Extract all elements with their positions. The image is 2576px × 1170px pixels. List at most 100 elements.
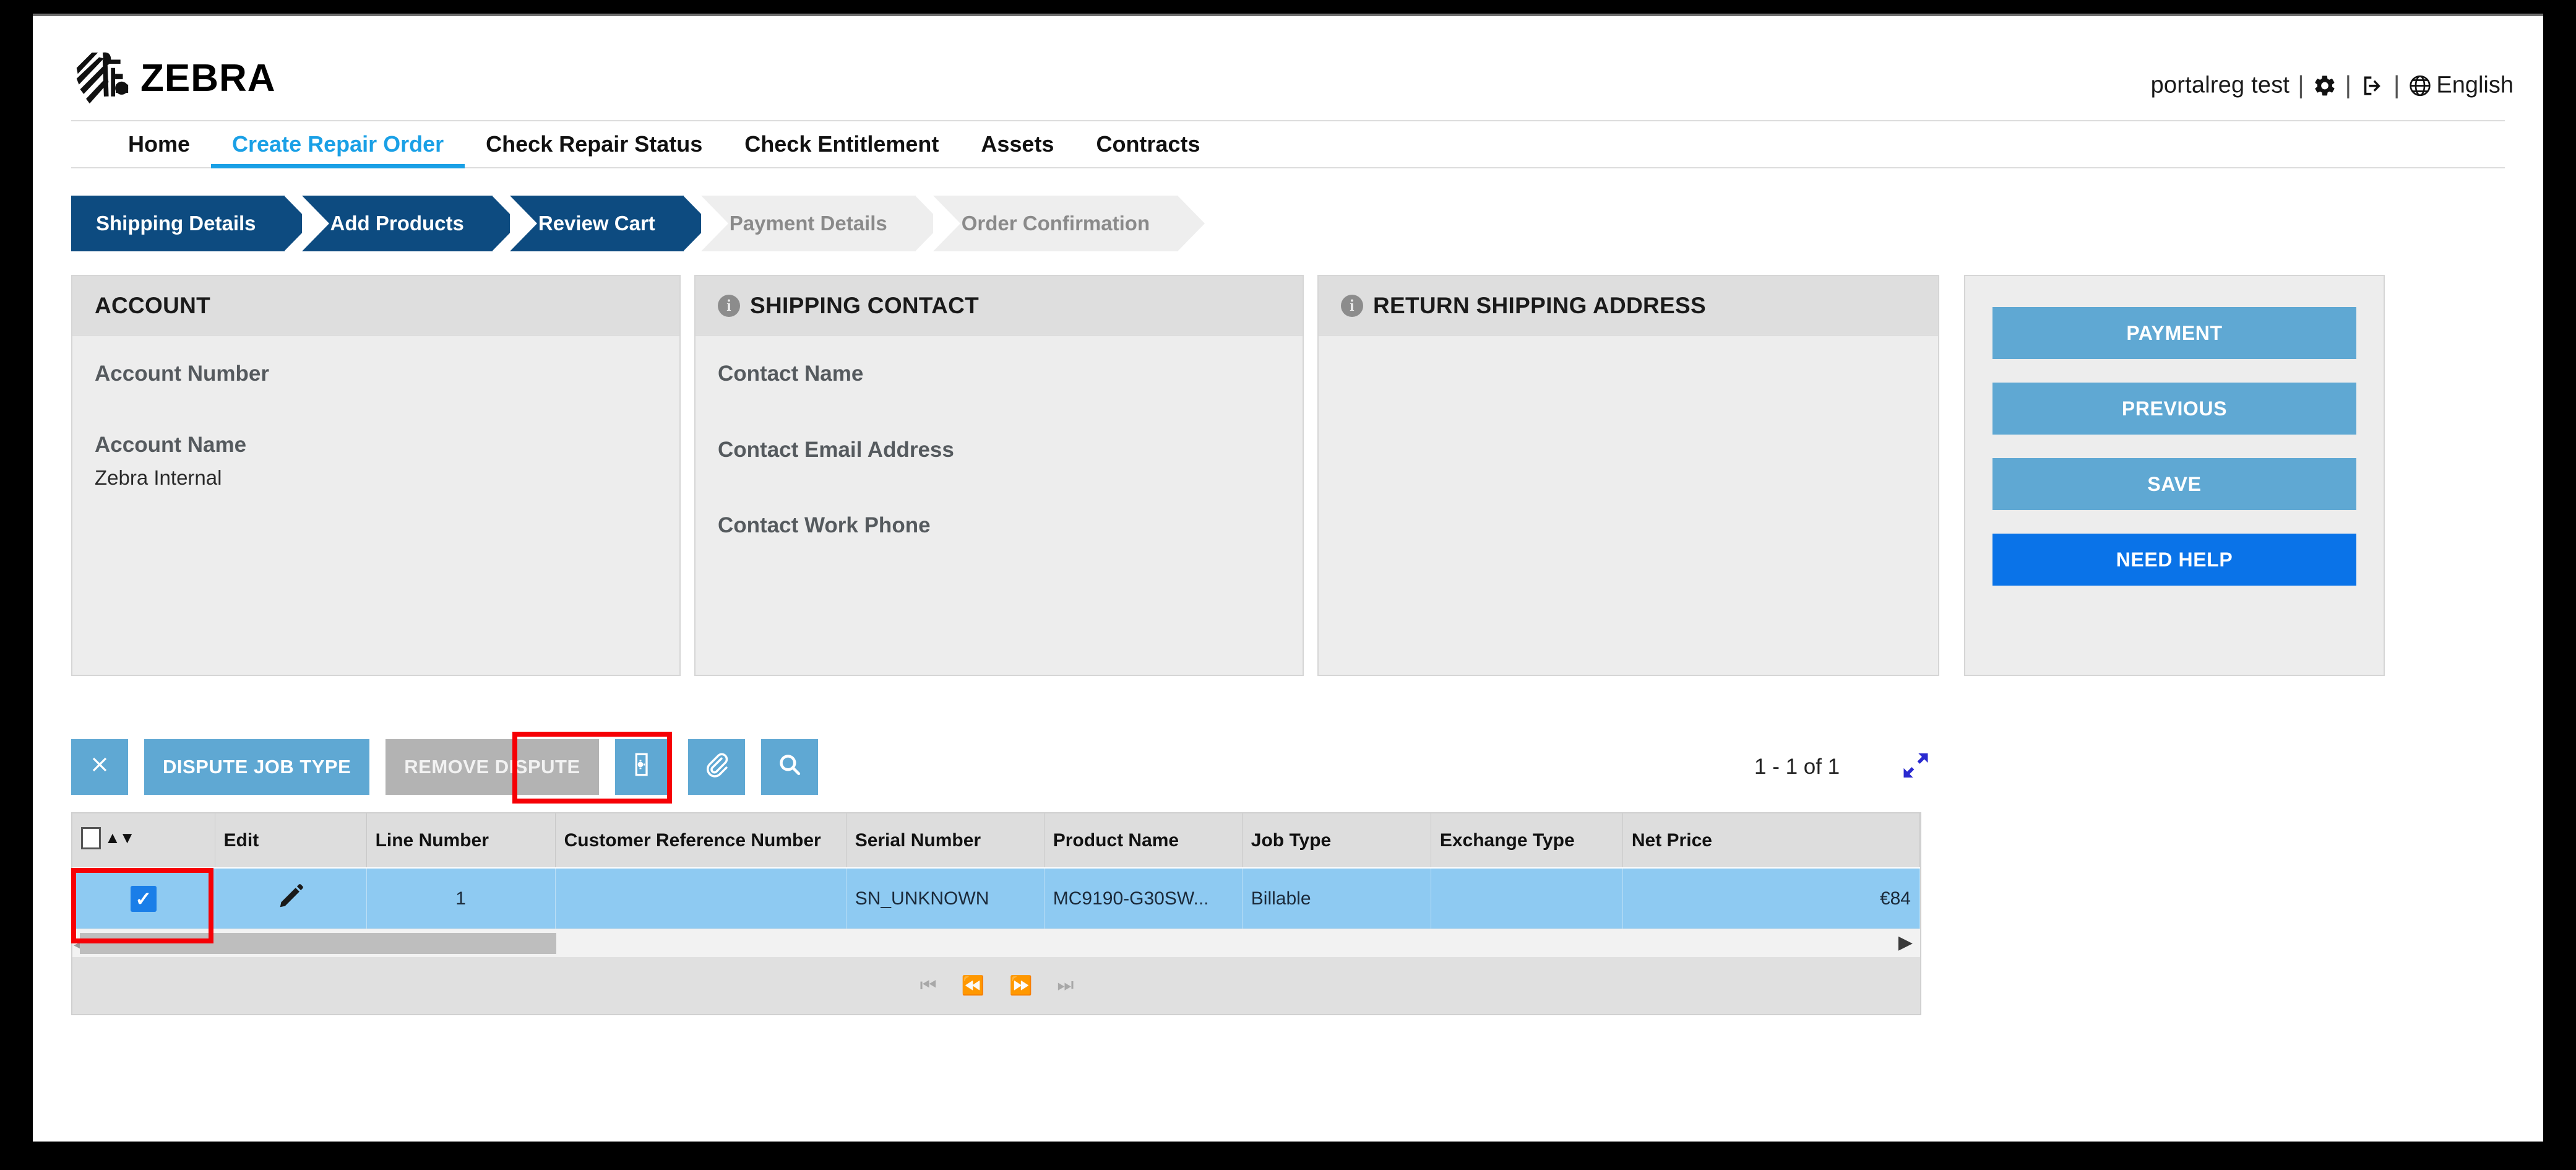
account-name-label: Account Name <box>95 432 247 457</box>
pager-range-label: 1 - 1 of 1 <box>1754 755 1840 779</box>
language-label[interactable]: English <box>2436 72 2514 99</box>
row-exchange-type <box>1431 868 1623 929</box>
account-panel-title: ACCOUNT <box>72 276 679 336</box>
wizard-step-shipping-details[interactable]: Shipping Details <box>71 196 311 251</box>
row-select-cell[interactable]: ✓ <box>72 868 215 929</box>
row-line-number: 1 <box>366 868 556 929</box>
line-items-grid: ▲▼ Edit Line Number Customer Reference N… <box>71 812 1921 1015</box>
account-panel: ACCOUNT Account Number Account Name Zebr… <box>71 275 681 676</box>
account-number-label: Account Number <box>95 362 269 386</box>
nav-item-create-repair-order[interactable]: Create Repair Order <box>211 121 465 168</box>
pagination-first-button[interactable]: ⏮ <box>920 975 937 996</box>
column-header-product-name[interactable]: Product Name <box>1044 813 1243 869</box>
shipping-contact-panel: i SHIPPING CONTACT Contact Name Contact … <box>694 275 1304 676</box>
account-panel-body: Account Number Account Name Zebra Intern… <box>72 336 679 675</box>
wizard-steps: Shipping Details Add Products Review Car… <box>71 196 2543 251</box>
table-header-row: ▲▼ Edit Line Number Customer Reference N… <box>72 813 1921 869</box>
pagination-last-button[interactable]: ⏭ <box>1057 975 1074 996</box>
search-button[interactable] <box>760 739 818 795</box>
divider: | <box>2345 71 2351 99</box>
globe-icon[interactable] <box>2408 73 2432 98</box>
select-all-checkbox[interactable] <box>81 826 101 849</box>
column-header-job-type[interactable]: Job Type <box>1242 813 1431 869</box>
previous-button[interactable]: PREVIOUS <box>1992 383 2356 435</box>
summary-panels: ACCOUNT Account Number Account Name Zebr… <box>71 275 2505 676</box>
paperclip-icon <box>704 752 730 782</box>
row-job-type: Billable <box>1242 868 1431 929</box>
column-header-serial-number[interactable]: Serial Number <box>846 813 1045 869</box>
attachment-button[interactable] <box>687 739 745 795</box>
row-product-name: MC9190-G30SW... <box>1044 868 1243 929</box>
remove-dispute-button[interactable]: REMOVE DISPUTE <box>386 739 599 795</box>
column-header-select[interactable]: ▲▼ <box>72 813 215 869</box>
return-shipping-address-panel-title-text: RETURN SHIPPING ADDRESS <box>1373 292 1706 318</box>
line-items-table: ▲▼ Edit Line Number Customer Reference N… <box>72 813 1921 929</box>
divider: | <box>2393 71 2400 99</box>
user-toolbar: portalreg test | | | English <box>2151 72 2514 100</box>
pagination-prev-button[interactable]: ⏪ <box>962 975 984 997</box>
contact-email-label: Contact Email Address <box>718 437 954 462</box>
nav-item-home[interactable]: Home <box>107 121 211 167</box>
logout-icon[interactable] <box>2359 73 2385 98</box>
row-serial-number: SN_UNKNOWN <box>846 868 1045 929</box>
dispute-job-type-button[interactable]: DISPUTE JOB TYPE <box>144 739 370 795</box>
wizard-step-payment-details[interactable]: Payment Details <box>700 196 942 251</box>
device-gear-icon <box>631 751 656 783</box>
column-header-net-price[interactable]: Net Price <box>1622 813 1921 869</box>
shipping-contact-panel-title-text: SHIPPING CONTACT <box>750 292 980 318</box>
device-settings-button[interactable] <box>614 739 672 795</box>
wizard-step-order-confirmation[interactable]: Order Confirmation <box>933 196 1205 251</box>
need-help-button[interactable]: NEED HELP <box>1992 534 2356 586</box>
wizard-step-add-products[interactable]: Add Products <box>301 196 520 251</box>
contact-name-label: Contact Name <box>718 362 864 386</box>
sort-arrows-icon[interactable]: ▲▼ <box>105 828 135 847</box>
nav-item-contracts[interactable]: Contracts <box>1075 121 1221 167</box>
nav-item-assets[interactable]: Assets <box>960 121 1075 167</box>
row-checkbox[interactable]: ✓ <box>130 885 157 912</box>
search-icon <box>777 752 803 782</box>
expand-diagonal-icon[interactable] <box>1900 750 1932 785</box>
column-header-edit[interactable]: Edit <box>215 813 367 869</box>
wizard-step-review-cart[interactable]: Review Cart <box>509 196 710 251</box>
user-name: portalreg test <box>2150 72 2290 98</box>
scrollbar-thumb[interactable] <box>80 933 556 954</box>
info-icon[interactable]: i <box>718 294 740 317</box>
brand-name: ZEBRA <box>140 57 276 100</box>
column-header-exchange-type[interactable]: Exchange Type <box>1431 813 1623 869</box>
row-customer-reference-number <box>555 868 846 929</box>
column-header-customer-reference-number[interactable]: Customer Reference Number <box>555 813 846 869</box>
divider: | <box>2298 71 2304 99</box>
return-shipping-address-panel-title: i RETURN SHIPPING ADDRESS <box>1319 276 1938 336</box>
info-icon[interactable]: i <box>1341 294 1363 317</box>
side-actions-panel: PAYMENT PREVIOUS SAVE NEED HELP <box>1964 275 2385 676</box>
horizontal-scrollbar[interactable]: ◀ ▶ <box>72 929 1920 957</box>
save-button[interactable]: SAVE <box>1992 458 2356 510</box>
shipping-contact-panel-title: i SHIPPING CONTACT <box>696 276 1303 336</box>
table-row[interactable]: ✓ 1 SN_UNKNOWN MC9190-G30SW... Billable … <box>72 868 1921 929</box>
nav-item-check-repair-status[interactable]: Check Repair Status <box>465 121 723 167</box>
gear-icon[interactable] <box>2312 73 2337 98</box>
contact-work-phone-label: Contact Work Phone <box>718 513 931 537</box>
return-shipping-address-panel: i RETURN SHIPPING ADDRESS <box>1317 275 1939 676</box>
main-navigation: Home Create Repair Order Check Repair St… <box>71 120 2505 168</box>
select-all-control[interactable]: ▲▼ <box>81 826 135 849</box>
zebra-logo-icon <box>71 50 132 107</box>
row-net-price: €84 <box>1622 868 1921 929</box>
pagination-next-button[interactable]: ⏩ <box>1009 975 1032 997</box>
pencil-icon[interactable] <box>277 883 304 914</box>
scroll-right-icon[interactable]: ▶ <box>1898 932 1913 953</box>
app-window: ZEBRA portalreg test | | | English Home … <box>33 14 2543 1142</box>
grid-toolbar: DISPUTE JOB TYPE REMOVE DISPUTE 1 - 1 of… <box>71 732 2505 804</box>
payment-button[interactable]: PAYMENT <box>1992 307 2356 359</box>
return-shipping-address-panel-body <box>1319 336 1938 675</box>
account-panel-title-text: ACCOUNT <box>95 292 211 318</box>
table-pagination: ⏮ ⏪ ⏩ ⏭ <box>72 957 1920 1014</box>
shipping-contact-panel-body: Contact Name Contact Email Address Conta… <box>696 336 1303 675</box>
brand-logo[interactable]: ZEBRA <box>71 50 276 107</box>
account-name-value: Zebra Internal <box>95 466 222 489</box>
column-header-line-number[interactable]: Line Number <box>366 813 556 869</box>
clear-button[interactable] <box>71 739 128 795</box>
row-edit-cell[interactable] <box>215 868 367 929</box>
close-x-icon <box>87 752 112 782</box>
nav-item-check-entitlement[interactable]: Check Entitlement <box>723 121 960 167</box>
